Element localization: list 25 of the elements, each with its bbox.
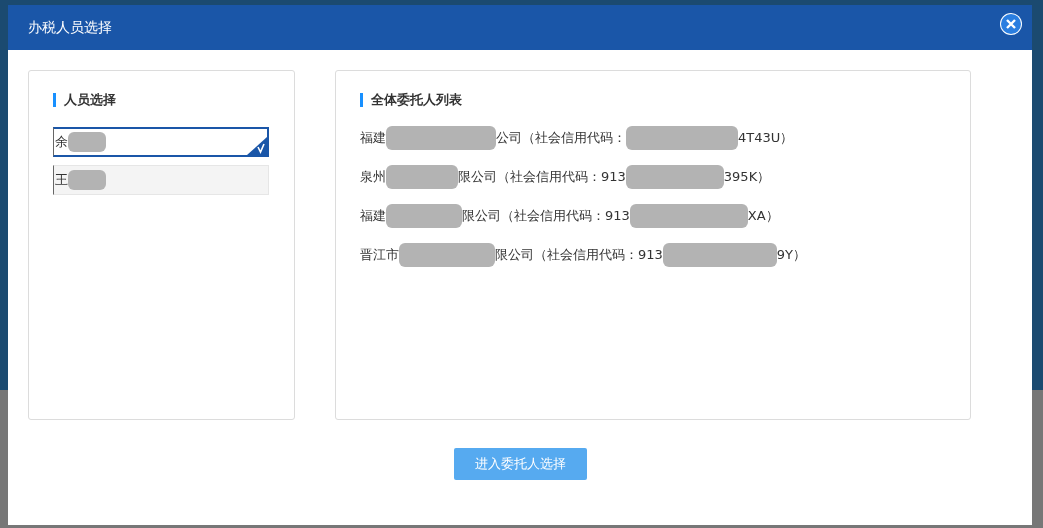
principal-text: 公司（社会信用代码： xyxy=(496,129,626,147)
principal-text: 限公司（社会信用代码：913 xyxy=(458,168,626,186)
section-heading: 全体委托人列表 xyxy=(360,93,946,107)
person-name: 王 xyxy=(54,171,68,189)
principal-text: 4T43U） xyxy=(738,129,794,147)
redaction-mark xyxy=(386,165,458,189)
redaction-mark xyxy=(68,170,106,190)
redaction-mark xyxy=(68,132,106,152)
principal-text: 晋江市 xyxy=(360,246,399,264)
close-icon xyxy=(1000,12,1022,35)
principal-text: 9Y） xyxy=(776,246,807,264)
principal-text: XA） xyxy=(747,207,779,225)
principal-text: 395K） xyxy=(723,168,771,186)
check-icon xyxy=(247,137,267,155)
person-item[interactable]: 余 xyxy=(53,127,269,157)
principal-text: 泉州 xyxy=(360,168,386,186)
principal-text: 限公司（社会信用代码：913 xyxy=(462,207,630,225)
person-item[interactable]: 王 xyxy=(53,165,269,195)
dialog-title: 办税人员选择 xyxy=(28,18,112,37)
person-name: 余 xyxy=(54,133,68,151)
close-button[interactable] xyxy=(1000,12,1022,35)
principal-text: 福建 xyxy=(360,129,386,147)
principal-text: 福建 xyxy=(360,207,386,225)
section-heading: 人员选择 xyxy=(53,93,270,107)
principal-text: 限公司（社会信用代码：913 xyxy=(495,246,663,264)
